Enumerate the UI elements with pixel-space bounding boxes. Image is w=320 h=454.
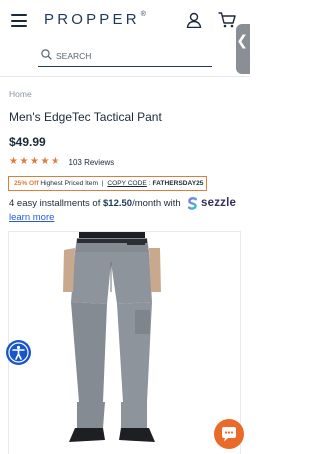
- brand-logo-text: PROPPER: [44, 11, 140, 28]
- sezzle-wordmark: sezzle: [201, 197, 237, 209]
- side-drawer-tab[interactable]: [236, 24, 250, 74]
- promo-banner[interactable]: 25% Off Highest Priced Item | COPY CODE …: [8, 176, 207, 191]
- product-rating[interactable]: ★ ★ ★ ★ ★ 103 Reviews: [9, 156, 114, 168]
- product-photo-pants: [63, 232, 161, 442]
- site-header: PROPPER®: [0, 0, 250, 40]
- star-icon: ★: [19, 156, 29, 167]
- chevron-left-icon[interactable]: ❮: [236, 34, 248, 48]
- installment-amount: $12.50: [103, 198, 133, 209]
- promo-code: FATHERSDAY25: [152, 180, 204, 187]
- promo-separator: |: [101, 180, 104, 187]
- registered-mark: ®: [140, 11, 146, 18]
- half-star-icon: ★: [51, 156, 60, 167]
- accessibility-button[interactable]: [6, 340, 31, 365]
- promo-percent: 25% Off: [14, 180, 39, 187]
- installments-prefix: 4 easy installments of: [9, 198, 101, 209]
- rating-stars: ★ ★ ★ ★ ★: [9, 156, 62, 168]
- breadcrumb-home[interactable]: Home: [9, 89, 32, 99]
- search-icon[interactable]: [41, 49, 52, 60]
- sezzle-logo[interactable]: sezzle: [186, 196, 236, 210]
- installments-suffix: /month with: [132, 198, 181, 209]
- breadcrumb[interactable]: Home: [9, 89, 32, 99]
- search-input[interactable]: [56, 48, 206, 64]
- learn-more-link[interactable]: learn more: [9, 212, 54, 223]
- star-icon: ★: [30, 156, 39, 167]
- account-icon[interactable]: [186, 12, 202, 28]
- star-icon: ★: [9, 156, 18, 167]
- star-icon: ★: [40, 156, 50, 167]
- chat-bubble-icon: [222, 427, 236, 442]
- promo-text: Highest Priced Item: [40, 180, 98, 187]
- search-bar: [38, 45, 212, 67]
- copy-code-link[interactable]: COPY CODE: [107, 180, 146, 187]
- cart-icon[interactable]: [218, 12, 236, 28]
- product-price: $49.99: [9, 135, 46, 149]
- review-count[interactable]: 103 Reviews: [69, 158, 115, 167]
- product-title: Men's EdgeTec Tactical Pant: [9, 110, 162, 124]
- chat-button[interactable]: [214, 419, 244, 449]
- menu-icon[interactable]: [11, 14, 27, 27]
- sezzle-mark-icon: [188, 196, 197, 210]
- brand-logo[interactable]: PROPPER®: [44, 11, 146, 28]
- accessibility-icon: [8, 342, 29, 363]
- promo-code-separator: :: [148, 180, 151, 187]
- header-divider: [0, 76, 250, 77]
- product-image[interactable]: [8, 231, 241, 454]
- installments-text: 4 easy installments of $12.50/month with: [9, 198, 181, 209]
